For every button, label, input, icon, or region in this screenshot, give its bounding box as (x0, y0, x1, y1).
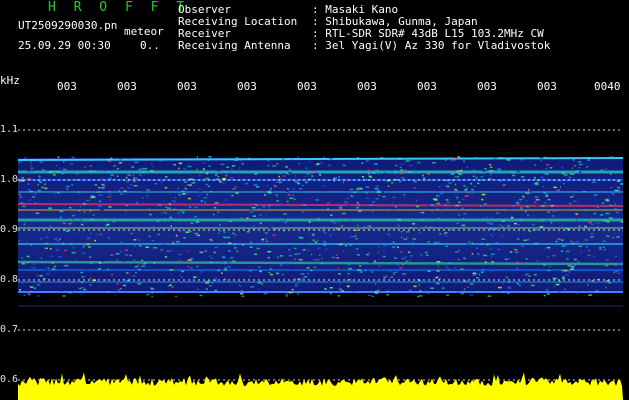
time-tick: 003 (357, 80, 377, 93)
frequency-unit: kHz (0, 74, 20, 87)
antenna-label: Receiving Antenna (178, 39, 291, 52)
meteor-tag: meteor (124, 25, 164, 38)
timestamp: 25.09.29 00:30 (18, 39, 111, 52)
freq-tick: 0.9 (0, 224, 19, 235)
brand-title: H R O F F T (48, 0, 190, 15)
counter-text: 0.. (140, 39, 160, 52)
file-name: UT2509290030.pn (18, 19, 118, 32)
time-tick: 003 (177, 80, 197, 93)
time-tick: 003 (537, 80, 557, 93)
antenna-value: : 3el Yagi(V) Az 330 for Vladivostok (312, 39, 551, 52)
freq-tick: 0.7 (0, 324, 19, 335)
freq-tick: 1.1 (0, 124, 19, 135)
freq-tick: 0.8 (0, 274, 19, 285)
time-tick: 003 (237, 80, 257, 93)
time-tick: 003 (477, 80, 497, 93)
freq-tick: 0.6 (0, 374, 19, 385)
time-tick: 003 (297, 80, 317, 93)
time-tick: 0040 (594, 80, 621, 93)
time-tick: 003 (117, 80, 137, 93)
spectrogram-plot (18, 96, 623, 400)
time-tick: 003 (417, 80, 437, 93)
time-tick: 003 (57, 80, 77, 93)
freq-tick: 1.0 (0, 174, 19, 185)
